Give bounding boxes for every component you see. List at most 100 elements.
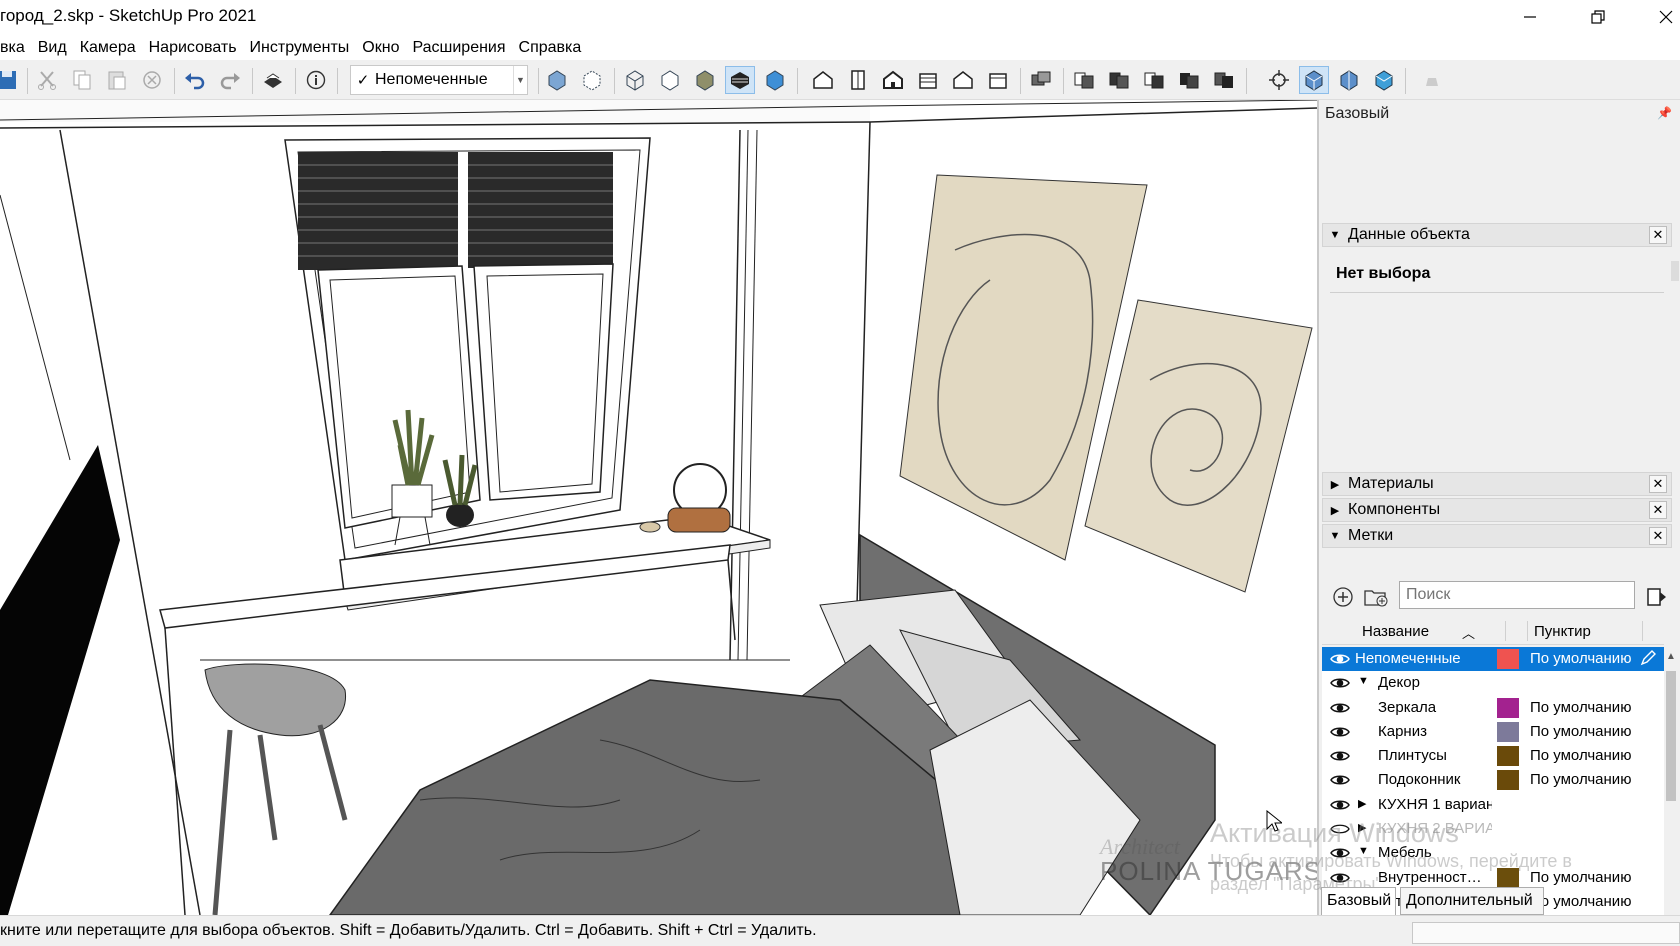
sort-ascending-icon[interactable]: ︿ <box>1462 623 1475 642</box>
redo-icon[interactable] <box>215 66 245 94</box>
drawing-area[interactable] <box>0 100 1317 915</box>
tag-dash-value[interactable]: По умолчанию <box>1530 699 1631 716</box>
tag-color-swatch[interactable] <box>1497 867 1519 888</box>
expand-icon[interactable]: ▶ <box>1358 797 1366 810</box>
tag-color-swatch[interactable] <box>1497 770 1519 791</box>
column-dash-header[interactable]: Пунктир <box>1534 623 1591 640</box>
menu-help[interactable]: Справка <box>512 34 588 60</box>
column-name-header[interactable]: Название <box>1362 623 1429 640</box>
backedges-icon[interactable] <box>577 66 607 94</box>
eye-icon[interactable] <box>1330 724 1350 740</box>
shaded-icon[interactable] <box>690 66 720 94</box>
xray-icon[interactable] <box>542 66 572 94</box>
warehouse-icon[interactable] <box>1417 66 1447 94</box>
tag-color-swatch[interactable] <box>1497 746 1519 767</box>
undo-icon[interactable] <box>180 66 210 94</box>
pencil-icon[interactable] <box>1640 650 1656 666</box>
tag-row[interactable]: ▶ КУХНЯ 1 вариант <box>1322 793 1664 817</box>
menu-window[interactable]: Окно <box>355 34 405 60</box>
close-panel-icon[interactable]: ✕ <box>1649 501 1667 519</box>
tag-dash-value[interactable]: По умолчанию <box>1530 650 1631 667</box>
union-icon[interactable] <box>1139 66 1169 94</box>
tag-search-input[interactable] <box>1399 581 1635 609</box>
paste-icon[interactable] <box>102 66 132 94</box>
tag-color-swatch[interactable] <box>1497 649 1519 669</box>
active-tag-dropdown[interactable]: ✓ Непомеченные ▼ <box>350 65 528 95</box>
close-panel-icon[interactable]: ✕ <box>1649 527 1667 545</box>
tab-basic[interactable]: Базовый <box>1321 887 1396 915</box>
left-view-icon[interactable] <box>983 66 1013 94</box>
menu-tools[interactable]: Инструменты <box>243 34 356 60</box>
tag-color-swatch[interactable] <box>1497 697 1519 718</box>
cut-icon[interactable] <box>32 66 62 94</box>
entity-info-header[interactable]: ▼ Данные объекта ✕ <box>1322 223 1672 247</box>
copy-icon[interactable] <box>67 66 97 94</box>
tab-advanced[interactable]: Дополнительный <box>1400 887 1544 915</box>
eye-icon[interactable] <box>1330 651 1350 667</box>
collapse-icon[interactable]: ▼ <box>1358 845 1369 857</box>
erase-icon[interactable] <box>137 66 167 94</box>
menu-extensions[interactable]: Расширения <box>405 34 511 60</box>
eye-icon[interactable] <box>1330 870 1350 886</box>
tag-dash-value[interactable]: По умолчанию <box>1530 771 1631 788</box>
eye-icon[interactable] <box>1330 700 1350 716</box>
minimize-icon[interactable] <box>1500 0 1560 34</box>
subtract-icon[interactable] <box>1174 66 1204 94</box>
chevron-down-icon[interactable]: ▼ <box>513 66 527 94</box>
close-panel-icon[interactable]: ✕ <box>1649 226 1667 244</box>
monochrome-icon[interactable] <box>760 66 790 94</box>
pin-icon[interactable]: 📌 <box>1657 100 1672 127</box>
eye-icon[interactable] <box>1330 748 1350 764</box>
eye-icon[interactable] <box>1330 845 1350 861</box>
tag-row[interactable]: ▶ КУХНЯ 2 ВАРИАНТ <box>1322 817 1664 841</box>
scroll-up-icon[interactable]: ▲ <box>1664 651 1678 667</box>
restore-icon[interactable] <box>1568 0 1628 34</box>
components-header[interactable]: ▶ Компоненты ✕ <box>1322 498 1672 522</box>
shaded-textures-icon[interactable] <box>725 66 755 94</box>
tag-row[interactable]: ▼ Мебель <box>1322 841 1664 865</box>
zoom-extents-icon[interactable] <box>1369 66 1399 94</box>
tag-color-swatch[interactable] <box>1497 721 1519 742</box>
save-icon[interactable] <box>0 66 22 94</box>
front-view-icon[interactable] <box>878 66 908 94</box>
tag-row[interactable]: ▼ Декор <box>1322 671 1664 695</box>
model-info-icon[interactable] <box>301 66 331 94</box>
tags-header[interactable]: ▼ Метки ✕ <box>1322 524 1672 548</box>
eye-icon[interactable] <box>1330 797 1350 813</box>
tag-dash-value[interactable]: По умолчанию <box>1530 869 1631 886</box>
expand-icon[interactable]: ▶ <box>1358 821 1366 834</box>
close-icon[interactable] <box>1636 0 1680 34</box>
menu-draw[interactable]: Нарисовать <box>142 34 243 60</box>
eye-icon[interactable] <box>1330 675 1350 691</box>
add-tag-icon[interactable] <box>1330 584 1356 610</box>
measurements-box[interactable] <box>1412 922 1680 944</box>
materials-header[interactable]: ▶ Материалы ✕ <box>1322 472 1672 496</box>
iso-view-icon[interactable] <box>808 66 838 94</box>
tag-row[interactable]: Непомеченные По умолчанию <box>1322 647 1664 672</box>
hidden-line-icon[interactable] <box>655 66 685 94</box>
back-view-icon[interactable] <box>948 66 978 94</box>
outer-shell-icon[interactable] <box>1069 66 1099 94</box>
right-view-icon[interactable] <box>913 66 943 94</box>
eye-icon[interactable] <box>1330 772 1350 788</box>
top-view-icon[interactable] <box>843 66 873 94</box>
tag-row[interactable]: Плинтусы По умолчанию <box>1322 744 1664 768</box>
tag-dash-value[interactable]: По умолчанию <box>1530 747 1631 764</box>
tag-details-icon[interactable] <box>1644 584 1670 610</box>
tag-row[interactable]: Зеркала По умолчанию <box>1322 696 1664 720</box>
tag-row[interactable]: Подоконник По умолчанию <box>1322 768 1664 792</box>
close-panel-icon[interactable]: ✕ <box>1649 475 1667 493</box>
tag-row[interactable]: Карниз По умолчанию <box>1322 720 1664 744</box>
collapse-icon[interactable]: ▼ <box>1358 675 1369 687</box>
position-camera-icon[interactable] <box>1264 66 1294 94</box>
wireframe-icon[interactable] <box>620 66 650 94</box>
look-around-icon[interactable] <box>1299 66 1329 94</box>
section-plane-icon[interactable] <box>1026 66 1056 94</box>
menu-insert[interactable]: вка <box>0 34 31 60</box>
add-tag-folder-icon[interactable] <box>1363 584 1389 610</box>
menu-view[interactable]: Вид <box>31 34 73 60</box>
scrollbar-thumb[interactable] <box>1666 671 1676 801</box>
trim-icon[interactable] <box>1209 66 1239 94</box>
intersect-icon[interactable] <box>1104 66 1134 94</box>
scrollbar[interactable] <box>1671 261 1679 281</box>
